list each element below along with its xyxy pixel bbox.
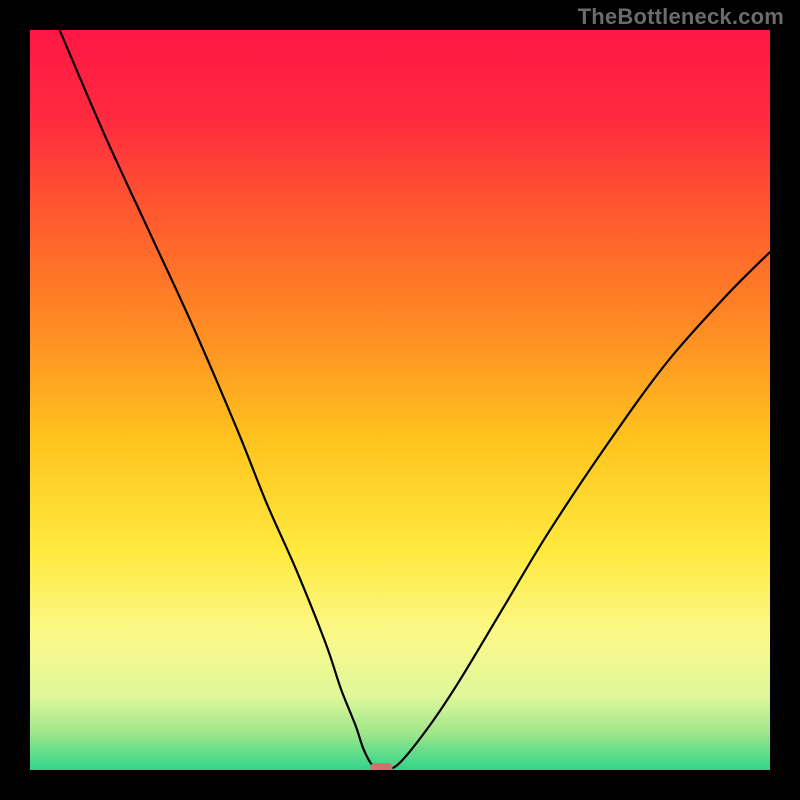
- chart-frame: TheBottleneck.com: [0, 0, 800, 800]
- chart-svg: [30, 30, 770, 770]
- gradient-background: [30, 30, 770, 770]
- watermark-text: TheBottleneck.com: [578, 4, 784, 30]
- optimum-marker: [371, 763, 393, 770]
- plot-area: [30, 30, 770, 770]
